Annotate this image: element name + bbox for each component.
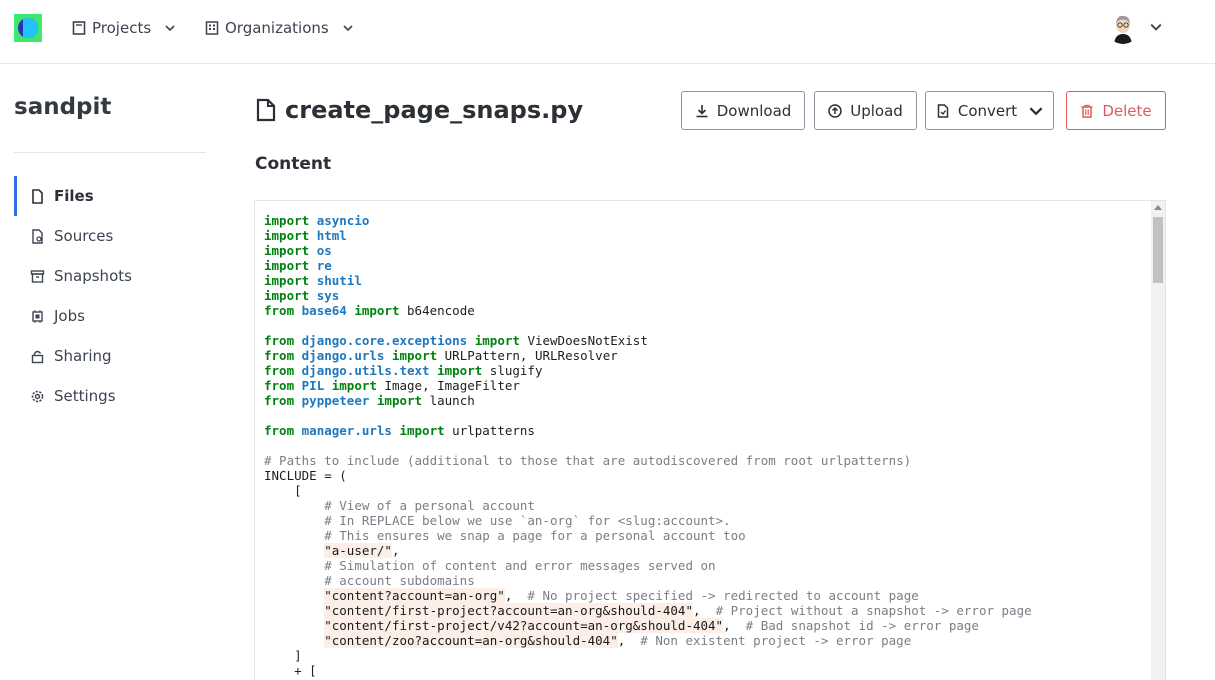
sidebar-item-label: Sharing: [54, 347, 112, 365]
sidebar-item-label: Jobs: [54, 307, 85, 325]
sidebar-item-label: Sources: [54, 227, 114, 245]
delete-label: Delete: [1102, 101, 1152, 120]
sidebar-item-label: Snapshots: [54, 267, 132, 285]
code-line: # Simulation of content and error messag…: [324, 558, 716, 573]
chevron-down-icon: [165, 25, 175, 32]
vertical-scrollbar[interactable]: [1151, 201, 1165, 680]
section-heading: Content: [255, 154, 332, 174]
code-line: from django.urls import URLPattern, URLR…: [264, 348, 618, 363]
code-line: import shutil: [264, 273, 362, 288]
code-content: import asyncio import html import os import…: [264, 213, 1032, 678]
projects-menu[interactable]: Projects: [72, 18, 175, 38]
code-line: from manager.urls import urlpatterns: [264, 423, 535, 438]
cpu-icon: [32, 309, 43, 323]
top-bar: Projects Organizations: [0, 0, 1215, 64]
sidebar-divider: [14, 152, 206, 153]
code-line: ]: [264, 648, 302, 663]
chevron-down-icon: [343, 25, 353, 32]
upload-label: Upload: [850, 101, 903, 120]
scrollbar-thumb[interactable]: [1153, 217, 1163, 283]
source-icon: [32, 228, 43, 244]
convert-label: Convert: [957, 101, 1018, 120]
upload-button[interactable]: Upload: [814, 91, 917, 130]
book-icon: [72, 21, 86, 35]
code-line: import asyncio: [264, 213, 370, 228]
file-icon: [32, 188, 43, 204]
app-logo[interactable]: [14, 14, 42, 42]
organizations-label: Organizations: [225, 19, 329, 37]
delete-button[interactable]: Delete: [1066, 91, 1166, 130]
code-line: from django.utils.text import slugify: [264, 363, 543, 378]
sidebar-item-settings[interactable]: Settings: [14, 376, 206, 416]
code-line: "content/zoo?account=an-org&should-404",…: [324, 633, 912, 648]
code-line: INCLUDE = (: [264, 468, 347, 483]
sidebar-item-jobs[interactable]: Jobs: [14, 296, 206, 336]
code-line: import sys: [264, 288, 340, 303]
cloud-upload-icon: [828, 103, 842, 118]
code-line: from PIL import Image, ImageFilter: [264, 378, 520, 393]
code-line: import re: [264, 258, 332, 273]
code-editor[interactable]: import asyncio import html import os import…: [254, 200, 1166, 680]
code-line: "a-user/",: [324, 543, 400, 558]
code-line: from django.core.exceptions import ViewD…: [264, 333, 648, 348]
code-line: import os: [264, 243, 332, 258]
download-icon: [696, 104, 708, 117]
trash-icon: [1081, 104, 1093, 118]
lock-icon: [31, 350, 44, 363]
code-line: # This ensures we snap a page for a pers…: [324, 528, 746, 543]
sidebar-item-sources[interactable]: Sources: [14, 216, 206, 256]
convert-button[interactable]: Convert: [925, 91, 1054, 130]
code-line: import html: [264, 228, 347, 243]
page-title-text: create_page_snaps.py: [285, 96, 584, 124]
project-title: sandpit: [14, 94, 112, 120]
code-line: "content/first-project?account=an-org&sh…: [324, 603, 1032, 618]
organizations-menu[interactable]: Organizations: [205, 18, 353, 38]
code-line: # account subdomains: [324, 573, 475, 588]
chevron-down-icon[interactable]: [1150, 21, 1162, 33]
code-line: [: [264, 483, 302, 498]
download-button[interactable]: Download: [681, 91, 805, 130]
code-line: # In REPLACE below we use `an-org` for <…: [324, 513, 731, 528]
code-line: # Paths to include (additional to those …: [264, 453, 912, 468]
page-title: create_page_snaps.py: [255, 96, 583, 124]
gear-icon: [31, 390, 44, 402]
file-convert-icon: [937, 103, 949, 118]
user-avatar[interactable]: [1107, 12, 1139, 44]
sidebar-item-label: Settings: [54, 387, 116, 405]
sidebar-item-snapshots[interactable]: Snapshots: [14, 256, 206, 296]
code-line: + [: [264, 663, 317, 678]
sidebar-item-label: Files: [54, 187, 94, 205]
sidebar-item-files[interactable]: Files: [14, 176, 206, 216]
scroll-up-arrow[interactable]: [1154, 205, 1162, 210]
projects-label: Projects: [92, 19, 152, 37]
code-line: "content/first-project/v42?account=an-or…: [324, 618, 979, 633]
code-line: from base64 import b64encode: [264, 303, 475, 318]
chevron-down-icon: [1029, 106, 1043, 115]
code-line: from pyppeteer import launch: [264, 393, 475, 408]
sidebar-item-sharing[interactable]: Sharing: [14, 336, 206, 376]
building-icon: [205, 21, 219, 35]
code-line: "content?account=an-org", # No project s…: [324, 588, 919, 603]
archive-icon: [30, 269, 45, 283]
file-icon: [256, 98, 276, 122]
download-label: Download: [716, 101, 792, 120]
code-line: # View of a personal account: [324, 498, 535, 513]
